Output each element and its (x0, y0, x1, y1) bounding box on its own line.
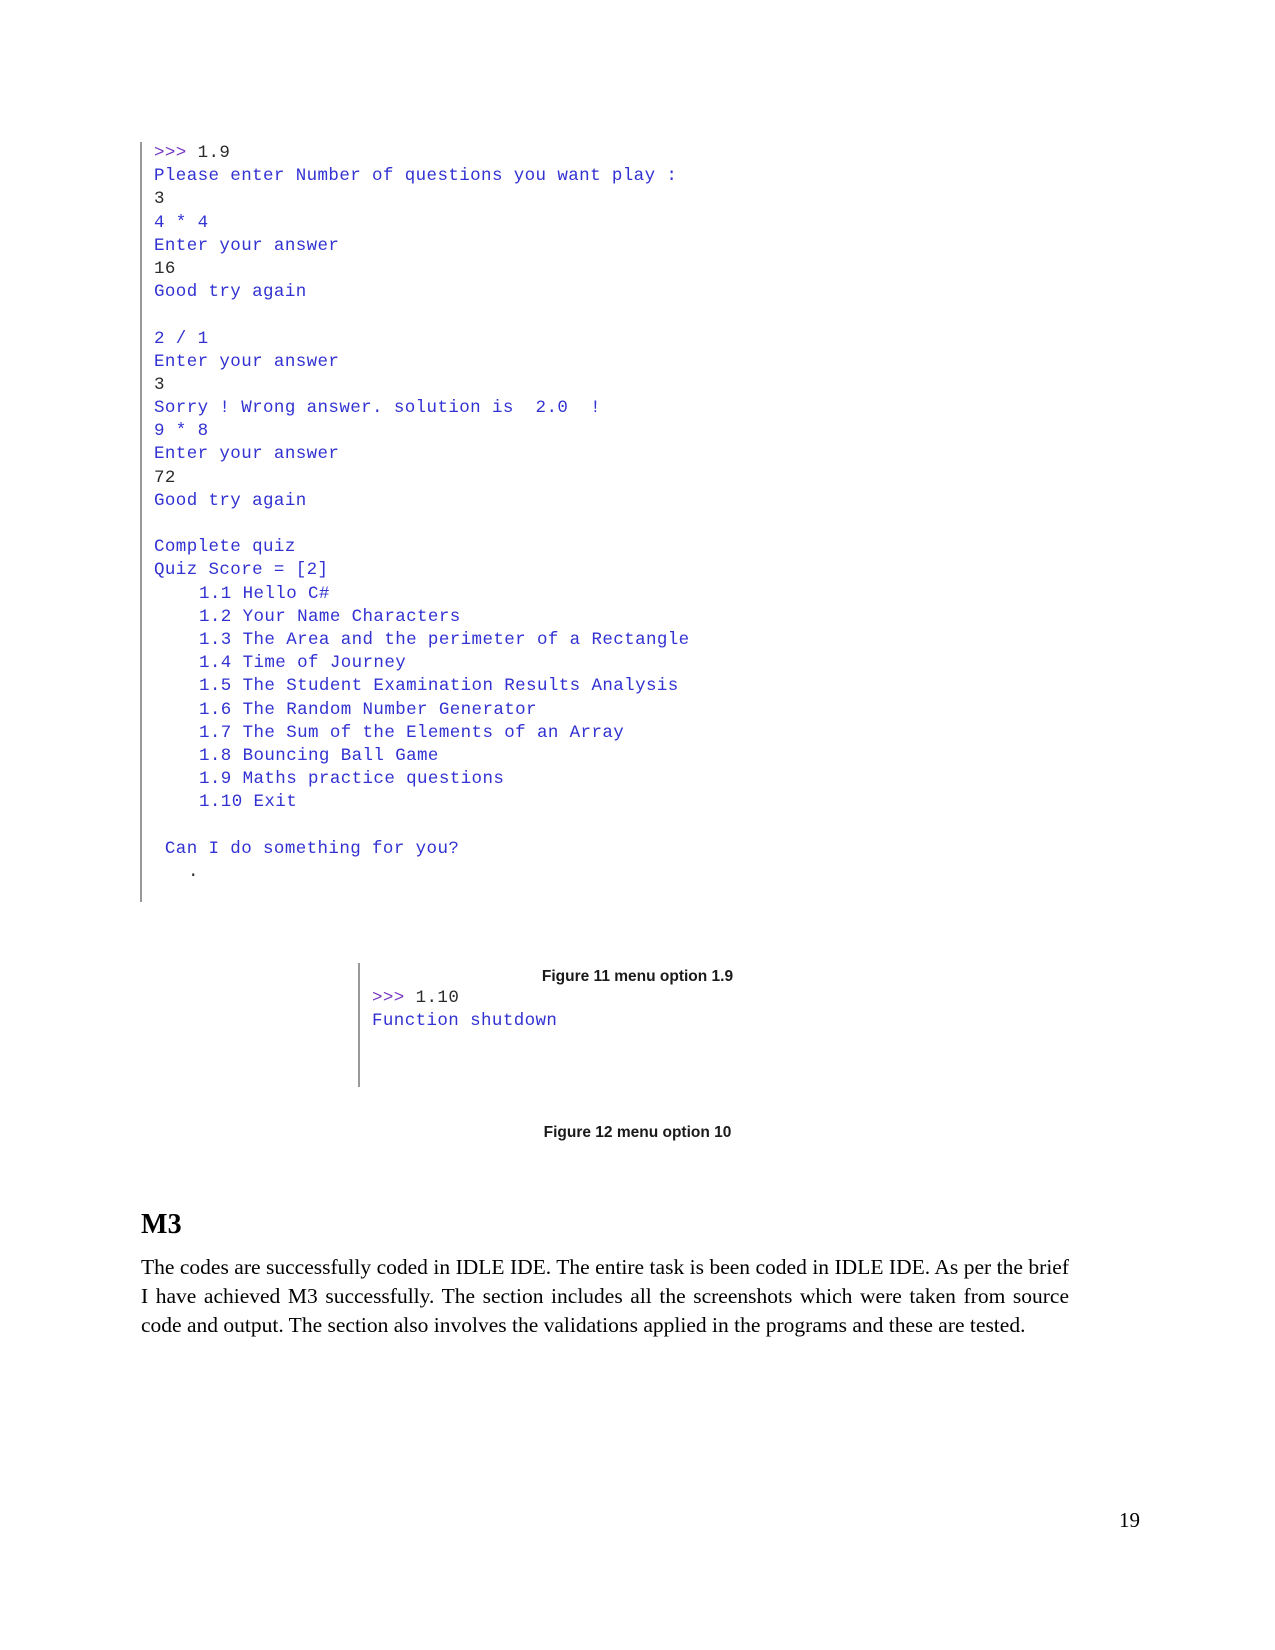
program-output: Please enter Number of questions you wan… (154, 166, 678, 187)
console-line: >>> 1.10 (372, 987, 557, 1010)
menu-option: 1.3 The Area and the perimeter of a Rect… (199, 629, 690, 650)
menu-option: 1.8 Bouncing Ball Game (199, 745, 439, 766)
program-output: 9 * 8 (154, 421, 209, 442)
console-line: 3 (154, 188, 690, 211)
console-line: 72 (154, 467, 690, 490)
console-line: 9 * 8 (154, 420, 690, 443)
document-page: >>> 1.9 Please enter Number of questions … (0, 0, 1275, 1650)
console-line: Enter your answer (154, 235, 690, 258)
menu-option: 1.10 Exit (199, 792, 298, 813)
user-input: 1.10 (404, 988, 460, 1008)
user-input: 1.9 (186, 143, 231, 163)
program-output: Good try again (154, 490, 307, 511)
program-output: Enter your answer (154, 444, 340, 465)
figure-11-caption: Figure 11 menu option 1.9 (541, 968, 734, 985)
console-line: 1.10 Exit (154, 791, 690, 814)
cursor-dot: . (188, 861, 199, 882)
console-line: 1.5 The Student Examination Results Anal… (154, 675, 690, 698)
console-line: Good try again (154, 281, 690, 304)
menu-option: 1.6 The Random Number Generator (199, 699, 537, 720)
console-output-figure-11: >>> 1.9 Please enter Number of questions … (140, 142, 690, 902)
prompt-marker: >>> (372, 988, 405, 1008)
console-line: Please enter Number of questions you wan… (154, 165, 690, 188)
console-line: >>> 1.9 (154, 142, 690, 165)
console-line: Good try again (154, 490, 690, 513)
program-output: Can I do something for you? (154, 838, 460, 859)
section-heading-m3: M3 (141, 1209, 182, 1240)
console-line: 1.8 Bouncing Ball Game (154, 745, 690, 768)
console-line: 1.1 Hello C# (154, 583, 690, 606)
user-input: 3 (154, 189, 165, 210)
program-output: Enter your answer (154, 235, 340, 256)
menu-option: 1.2 Your Name Characters (199, 606, 461, 627)
console-line: Enter your answer (154, 443, 690, 466)
user-input: 16 (154, 258, 176, 279)
figure-12-caption: Figure 12 menu option 10 (543, 1124, 732, 1141)
console-line: 16 (154, 258, 690, 281)
console-output-figure-12: >>> 1.10 Function shutdown (358, 963, 557, 1087)
console-line: Can I do something for you? (154, 838, 690, 861)
console-line: 4 * 4 (154, 212, 690, 235)
program-output: Function shutdown (372, 1011, 558, 1032)
console-line: . (154, 861, 690, 884)
console-line: 1.6 The Random Number Generator (154, 699, 690, 722)
console-line: Function shutdown (372, 1010, 557, 1033)
program-output: 2 / 1 (154, 328, 209, 349)
menu-option: 1.7 The Sum of the Elements of an Array (199, 722, 625, 743)
prompt-marker: >>> (154, 143, 187, 163)
console-line: 1.7 The Sum of the Elements of an Array (154, 722, 690, 745)
console-line: Quiz Score = [2] (154, 559, 690, 582)
menu-option: 1.4 Time of Journey (199, 653, 407, 674)
user-input: 3 (154, 374, 165, 395)
program-output: Quiz Score = [2] (154, 560, 329, 581)
program-output: Enter your answer (154, 351, 340, 372)
page-number: 19 (1119, 1508, 1140, 1532)
user-input: 72 (154, 467, 176, 488)
program-output: Good try again (154, 282, 307, 303)
console-line: 1.4 Time of Journey (154, 652, 690, 675)
program-output: Complete quiz (154, 537, 296, 558)
program-output: 4 * 4 (154, 212, 209, 233)
console-line: 1.9 Maths practice questions (154, 768, 690, 791)
console-line: 1.3 The Area and the perimeter of a Rect… (154, 629, 690, 652)
program-output: Sorry ! Wrong answer. solution is 2.0 ! (154, 398, 601, 419)
menu-option: 1.9 Maths practice questions (199, 769, 505, 790)
menu-option: 1.1 Hello C# (199, 583, 330, 604)
console-line: 1.2 Your Name Characters (154, 606, 690, 629)
console-line: Complete quiz (154, 536, 690, 559)
console-line: 2 / 1 (154, 328, 690, 351)
section-paragraph-m3: The codes are successfully coded in IDLE… (141, 1255, 1069, 1337)
console-line: 3 (154, 374, 690, 397)
console-line: Enter your answer (154, 351, 690, 374)
console-line: Sorry ! Wrong answer. solution is 2.0 ! (154, 397, 690, 420)
menu-option: 1.5 The Student Examination Results Anal… (199, 676, 679, 697)
